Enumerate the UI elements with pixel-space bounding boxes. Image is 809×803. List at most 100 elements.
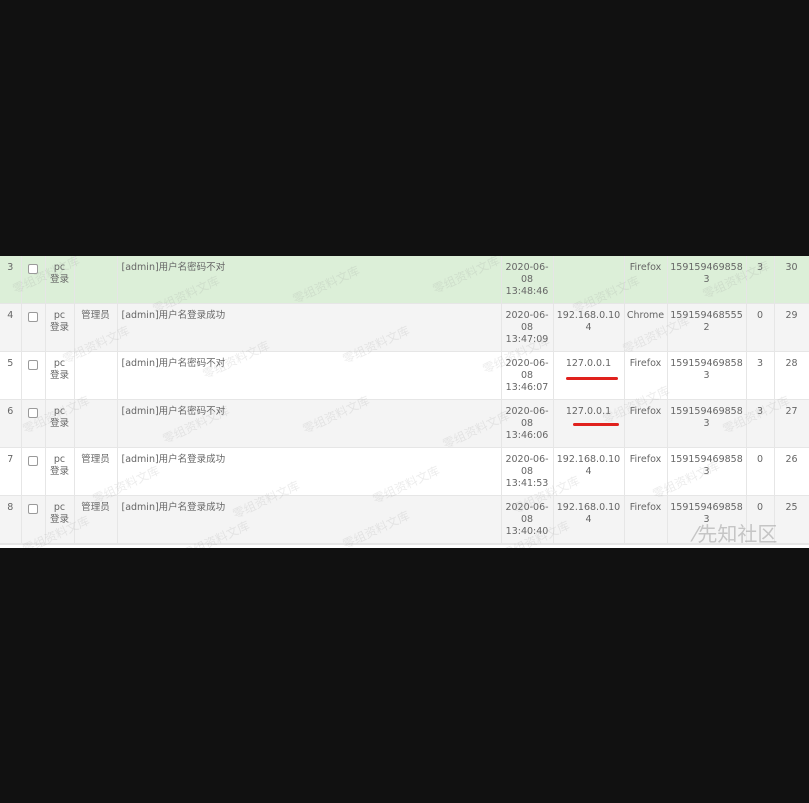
phone-number: 1591594698583 bbox=[667, 351, 747, 400]
table-row[interactable]: 5 pc 登录 [admin]用户名密码不对 2020-06- 08 13:46:07 12… bbox=[0, 351, 809, 400]
log-message: [admin]用户名密码不对 bbox=[117, 256, 502, 304]
login-type: pc 登录 bbox=[45, 399, 75, 448]
log-time-day: 08 bbox=[520, 322, 534, 333]
browser: Firefox bbox=[624, 351, 668, 400]
row-id: 4 bbox=[0, 303, 22, 352]
table-row[interactable]: 4 pc 登录 管理员 [admin]用户名登录成功 2020-06- 08 13:47:0… bbox=[0, 303, 809, 352]
user-role bbox=[74, 256, 118, 304]
row-id: 6 bbox=[0, 399, 22, 448]
sequence-number: 27 bbox=[774, 399, 809, 448]
ip-underline-annotation bbox=[573, 423, 619, 426]
row-id: 3 bbox=[0, 256, 22, 304]
checkbox-icon[interactable] bbox=[28, 264, 38, 274]
login-log-table: 3 pc 登录 [admin]用户名密码不对 2020-06- 08 13:48:46 Fi… bbox=[0, 256, 809, 544]
checkbox-icon[interactable] bbox=[28, 456, 38, 466]
ip-address: 127.0.0.1 bbox=[553, 351, 625, 400]
table-row[interactable]: 7 pc 登录 管理员 [admin]用户名登录成功 2020-06- 08 13:41:5… bbox=[0, 447, 809, 496]
ip-address: 192.168.0.104 bbox=[553, 495, 625, 544]
status-code: 3 bbox=[746, 256, 775, 304]
row-select-checkbox[interactable] bbox=[21, 495, 46, 544]
logo-text: 先知社区 bbox=[697, 522, 778, 546]
ip-address: 192.168.0.104 bbox=[553, 447, 625, 496]
user-role bbox=[74, 351, 118, 400]
log-time-clock: 13:47:09 bbox=[505, 334, 549, 345]
ip-underline-annotation bbox=[566, 377, 618, 380]
user-role: 管理员 bbox=[74, 303, 118, 352]
next-row-edge bbox=[0, 544, 809, 548]
log-time-clock: 13:48:46 bbox=[505, 286, 549, 297]
login-type: pc 登录 bbox=[45, 351, 75, 400]
browser: Firefox bbox=[624, 256, 668, 304]
browser: Firefox bbox=[624, 495, 668, 544]
log-message: [admin]用户名登录成功 bbox=[117, 495, 502, 544]
log-time-date: 2020-06- bbox=[505, 310, 549, 321]
log-table-screenshot: 3 pc 登录 [admin]用户名密码不对 2020-06- 08 13:48:46 Fi… bbox=[0, 256, 809, 548]
log-message: [admin]用户名密码不对 bbox=[117, 351, 502, 400]
log-time: 2020-06- 08 13:46:06 bbox=[501, 399, 554, 448]
row-select-checkbox[interactable] bbox=[21, 447, 46, 496]
browser: Chrome bbox=[624, 303, 668, 352]
sequence-number: 29 bbox=[774, 303, 809, 352]
log-message: [admin]用户名登录成功 bbox=[117, 447, 502, 496]
log-time-date: 2020-06- bbox=[505, 502, 549, 513]
status-code: 0 bbox=[746, 303, 775, 352]
sequence-number: 25 bbox=[774, 495, 809, 544]
row-id: 5 bbox=[0, 351, 22, 400]
status-code: 3 bbox=[746, 351, 775, 400]
log-time-day: 08 bbox=[520, 514, 534, 525]
sequence-number: 26 bbox=[774, 447, 809, 496]
log-message: [admin]用户名密码不对 bbox=[117, 399, 502, 448]
log-time-day: 08 bbox=[520, 418, 534, 429]
log-time-day: 08 bbox=[520, 466, 534, 477]
login-type: pc 登录 bbox=[45, 495, 75, 544]
log-time-clock: 13:46:06 bbox=[505, 430, 549, 441]
user-role bbox=[74, 399, 118, 448]
table-row[interactable]: 8 pc 登录 管理员 [admin]用户名登录成功 2020-06- 08 13:40:4… bbox=[0, 495, 809, 544]
log-time-date: 2020-06- bbox=[505, 454, 549, 465]
ip-address bbox=[553, 256, 625, 304]
phone-number: 1591594698583 bbox=[667, 399, 747, 448]
sequence-number: 30 bbox=[774, 256, 809, 304]
checkbox-icon[interactable] bbox=[28, 408, 38, 418]
row-select-checkbox[interactable] bbox=[21, 303, 46, 352]
checkbox-icon[interactable] bbox=[28, 312, 38, 322]
log-time-clock: 13:40:40 bbox=[505, 526, 549, 537]
log-time: 2020-06- 08 13:47:09 bbox=[501, 303, 554, 352]
log-time: 2020-06- 08 13:46:07 bbox=[501, 351, 554, 400]
log-time-date: 2020-06- bbox=[505, 358, 549, 369]
sequence-number: 28 bbox=[774, 351, 809, 400]
checkbox-icon[interactable] bbox=[28, 504, 38, 514]
checkbox-icon[interactable] bbox=[28, 360, 38, 370]
table-row[interactable]: 3 pc 登录 [admin]用户名密码不对 2020-06- 08 13:48:46 Fi… bbox=[0, 256, 809, 304]
browser: Firefox bbox=[624, 447, 668, 496]
login-type: pc 登录 bbox=[45, 303, 75, 352]
browser: Firefox bbox=[624, 399, 668, 448]
log-time: 2020-06- 08 13:48:46 bbox=[501, 256, 554, 304]
row-select-checkbox[interactable] bbox=[21, 256, 46, 304]
phone-number: 1591594698583 bbox=[667, 447, 747, 496]
log-time-clock: 13:46:07 bbox=[505, 382, 549, 393]
log-time-day: 08 bbox=[520, 274, 534, 285]
login-type: pc 登录 bbox=[45, 447, 75, 496]
phone-number: 1591594685552 bbox=[667, 303, 747, 352]
log-time-date: 2020-06- bbox=[505, 406, 549, 417]
row-id: 7 bbox=[0, 447, 22, 496]
user-role: 管理员 bbox=[74, 447, 118, 496]
table-row[interactable]: 6 pc 登录 [admin]用户名密码不对 2020-06- 08 13:46:06 12… bbox=[0, 399, 809, 448]
log-time: 2020-06- 08 13:40:40 bbox=[501, 495, 554, 544]
log-time: 2020-06- 08 13:41:53 bbox=[501, 447, 554, 496]
phone-number: 1591594698583 bbox=[667, 256, 747, 304]
log-message: [admin]用户名登录成功 bbox=[117, 303, 502, 352]
login-type: pc 登录 bbox=[45, 256, 75, 304]
status-code: 0 bbox=[746, 447, 775, 496]
row-id: 8 bbox=[0, 495, 22, 544]
log-time-date: 2020-06- bbox=[505, 262, 549, 273]
ip-address: 192.168.0.104 bbox=[553, 303, 625, 352]
row-select-checkbox[interactable] bbox=[21, 351, 46, 400]
log-time-clock: 13:41:53 bbox=[505, 478, 549, 489]
log-time-day: 08 bbox=[520, 370, 534, 381]
user-role: 管理员 bbox=[74, 495, 118, 544]
row-select-checkbox[interactable] bbox=[21, 399, 46, 448]
status-code: 3 bbox=[746, 399, 775, 448]
site-logo: ⁄先知社区 bbox=[694, 518, 777, 547]
